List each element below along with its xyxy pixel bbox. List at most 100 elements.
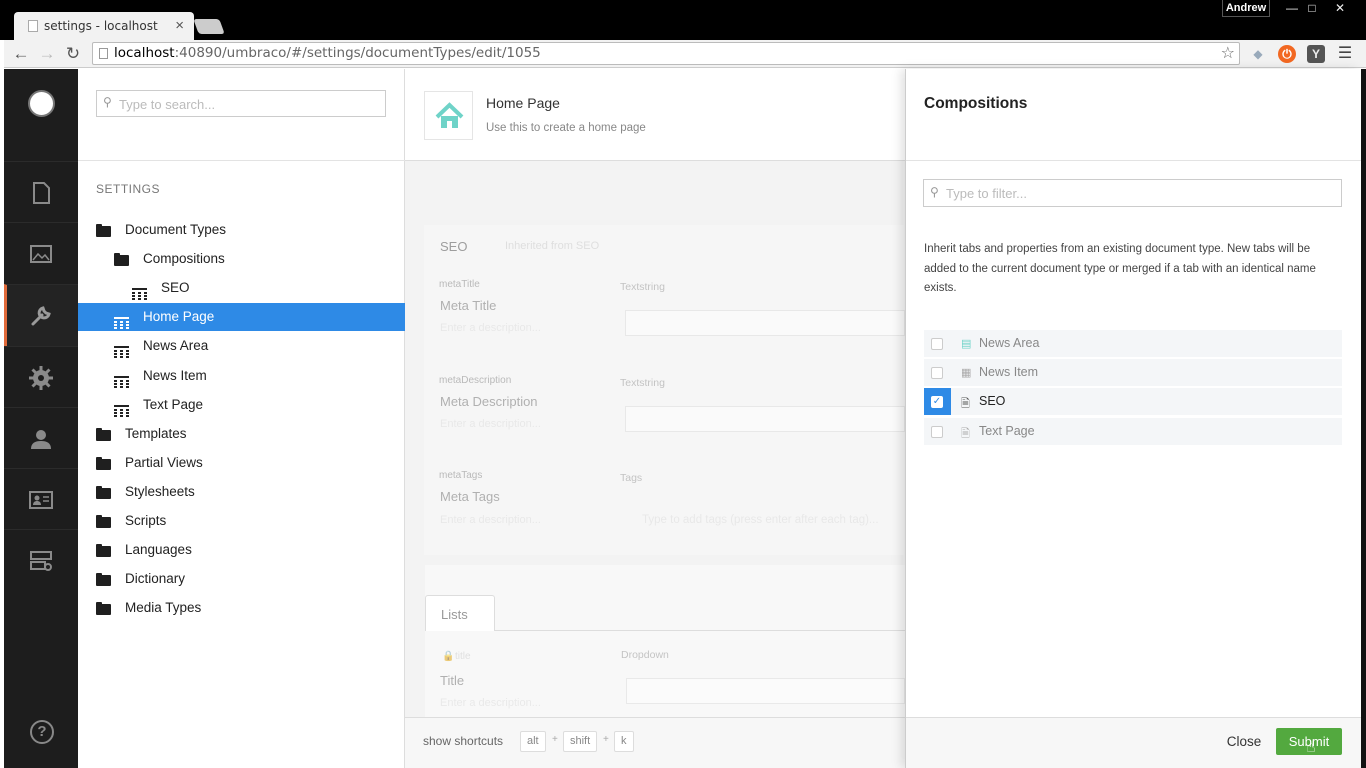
property-description: Enter a description... xyxy=(440,418,541,430)
section-users[interactable] xyxy=(4,407,78,467)
tree-node[interactable]: Partial Views xyxy=(78,449,405,477)
show-shortcuts-link[interactable]: show shortcuts xyxy=(423,734,503,748)
property-alias: title xyxy=(455,651,471,662)
user-icon xyxy=(31,430,51,449)
window-close-icon[interactable]: ✕ xyxy=(1326,0,1354,17)
section-media[interactable] xyxy=(4,222,78,282)
maximize-icon[interactable]: □ xyxy=(1298,0,1326,17)
home-icon xyxy=(435,102,464,128)
composition-label: News Item xyxy=(979,365,1039,379)
tree-node[interactable]: Document Types xyxy=(78,216,405,244)
tree-node-label: Templates xyxy=(125,425,187,441)
user-avatar[interactable] xyxy=(28,90,55,117)
text-page-icon: 🗎 xyxy=(961,428,970,440)
tree-node[interactable]: Dictionary xyxy=(78,565,405,593)
new-tab-button[interactable] xyxy=(193,19,225,34)
profile-button[interactable]: Andrew xyxy=(1222,0,1270,17)
tree-node[interactable]: News Area xyxy=(78,332,405,360)
composition-item-seo[interactable]: ✓ 🗎 SEO xyxy=(924,388,1342,415)
composition-item-text-page[interactable]: 🗎 Text Page xyxy=(924,418,1342,445)
close-button[interactable]: Close xyxy=(1220,730,1268,754)
server-icon xyxy=(30,551,52,571)
doc-type-name-input[interactable]: Home Page xyxy=(486,95,560,111)
seo-group-card xyxy=(424,225,904,555)
key-alt: alt xyxy=(520,731,546,752)
inherited-tab-label: Inherited from SEO xyxy=(505,240,600,252)
address-bar[interactable]: localhost:40890/umbraco/#/settings/docum… xyxy=(92,42,1240,65)
filter-input[interactable]: ⚲ Type to filter... xyxy=(923,179,1342,207)
page-favicon-icon xyxy=(28,20,38,32)
tree-node-label: SEO xyxy=(161,280,190,296)
tree-node[interactable]: Home Page xyxy=(78,303,405,332)
property-description: Enter a description... xyxy=(440,514,541,526)
property-editor-name: Textstring xyxy=(620,377,665,389)
composition-checkbox-checked[interactable]: ✓ xyxy=(931,396,943,408)
group-tab-lists[interactable]: Lists xyxy=(425,595,495,631)
lock-icon: 🔒 xyxy=(442,651,455,662)
extension-power-icon[interactable]: ⏻ xyxy=(1278,45,1296,63)
property-label: Meta Title xyxy=(440,298,497,313)
search-placeholder: Type to search... xyxy=(119,97,216,112)
tree-node[interactable]: SEO xyxy=(78,274,405,302)
search-input[interactable]: ⚲ Type to search... xyxy=(96,90,386,117)
key-shift: shift xyxy=(563,731,598,752)
section-members[interactable] xyxy=(4,468,78,528)
editor-header xyxy=(405,69,905,161)
forward-icon[interactable]: → xyxy=(37,45,57,63)
property-editor-name: Tags xyxy=(620,472,643,484)
group-tab-seo[interactable]: SEO xyxy=(440,239,467,254)
tree-node[interactable]: News Item xyxy=(78,362,405,390)
tree-node-label: Partial Views xyxy=(125,454,203,470)
extension-icon[interactable]: ◆ xyxy=(1249,45,1267,63)
dialog-title: Compositions xyxy=(924,95,1028,112)
composition-checkbox[interactable] xyxy=(931,426,943,438)
tree-node[interactable]: Templates xyxy=(78,420,405,448)
window-edge xyxy=(1361,69,1366,768)
section-content[interactable] xyxy=(4,161,78,221)
property-editor-name: Textstring xyxy=(620,281,665,293)
tree-node[interactable]: Text Page xyxy=(78,391,405,419)
back-icon[interactable]: ← xyxy=(11,45,31,63)
wrench-icon xyxy=(31,306,51,326)
folder-icon xyxy=(96,573,111,587)
dialog-description: Inherit tabs and properties from an exis… xyxy=(924,243,1316,294)
composition-item-news-area[interactable]: ▤ News Area xyxy=(924,330,1342,357)
tree-node[interactable]: Scripts xyxy=(78,507,405,535)
tree-node-label: News Area xyxy=(143,338,209,354)
composition-label: News Area xyxy=(979,336,1040,350)
tree-node[interactable]: Media Types xyxy=(78,594,405,622)
folder-icon xyxy=(96,602,111,616)
tab-close-icon[interactable]: × xyxy=(175,17,184,34)
tree-node-label: Dictionary xyxy=(125,571,186,587)
tree-divider xyxy=(78,160,405,161)
lists-tab-label: Lists xyxy=(441,607,468,622)
tree-node-label: Home Page xyxy=(143,309,215,325)
composition-checkbox[interactable] xyxy=(931,367,943,379)
tree-node-label: Languages xyxy=(125,542,192,558)
doc-type-description-input[interactable]: Use this to create a home page xyxy=(486,122,646,134)
bookmark-star-icon[interactable]: ☆ xyxy=(1221,43,1235,64)
section-settings[interactable] xyxy=(4,284,78,346)
section-forms[interactable] xyxy=(4,529,78,589)
property-description: Enter a description... xyxy=(440,697,541,709)
tree-node-label: Text Page xyxy=(143,396,204,412)
browser-tab-settings[interactable]: settings - localhost × xyxy=(14,12,194,40)
url-host: localhost xyxy=(114,45,175,61)
browser-menu-icon[interactable]: ☰ xyxy=(1336,45,1354,63)
tree-node[interactable]: Stylesheets xyxy=(78,478,405,506)
doc-type-icon-picker[interactable] xyxy=(424,91,473,140)
folder-icon xyxy=(96,485,111,499)
help-icon[interactable]: ? xyxy=(30,720,54,744)
extension-y-icon[interactable]: Y xyxy=(1307,45,1325,63)
tree-node[interactable]: Languages xyxy=(78,536,405,564)
property-label: Title xyxy=(440,673,465,688)
reload-icon[interactable]: ↻ xyxy=(63,45,83,63)
tree-node-label: News Item xyxy=(143,367,207,383)
property-preview-input xyxy=(625,310,905,336)
composition-item-news-item[interactable]: ▦ News Item xyxy=(924,359,1342,386)
section-developer[interactable] xyxy=(4,346,78,406)
composition-checkbox[interactable] xyxy=(931,338,943,350)
property-preview-input xyxy=(625,406,905,432)
property-alias: metaTitle xyxy=(439,279,480,290)
tree-node[interactable]: Compositions xyxy=(78,245,405,273)
